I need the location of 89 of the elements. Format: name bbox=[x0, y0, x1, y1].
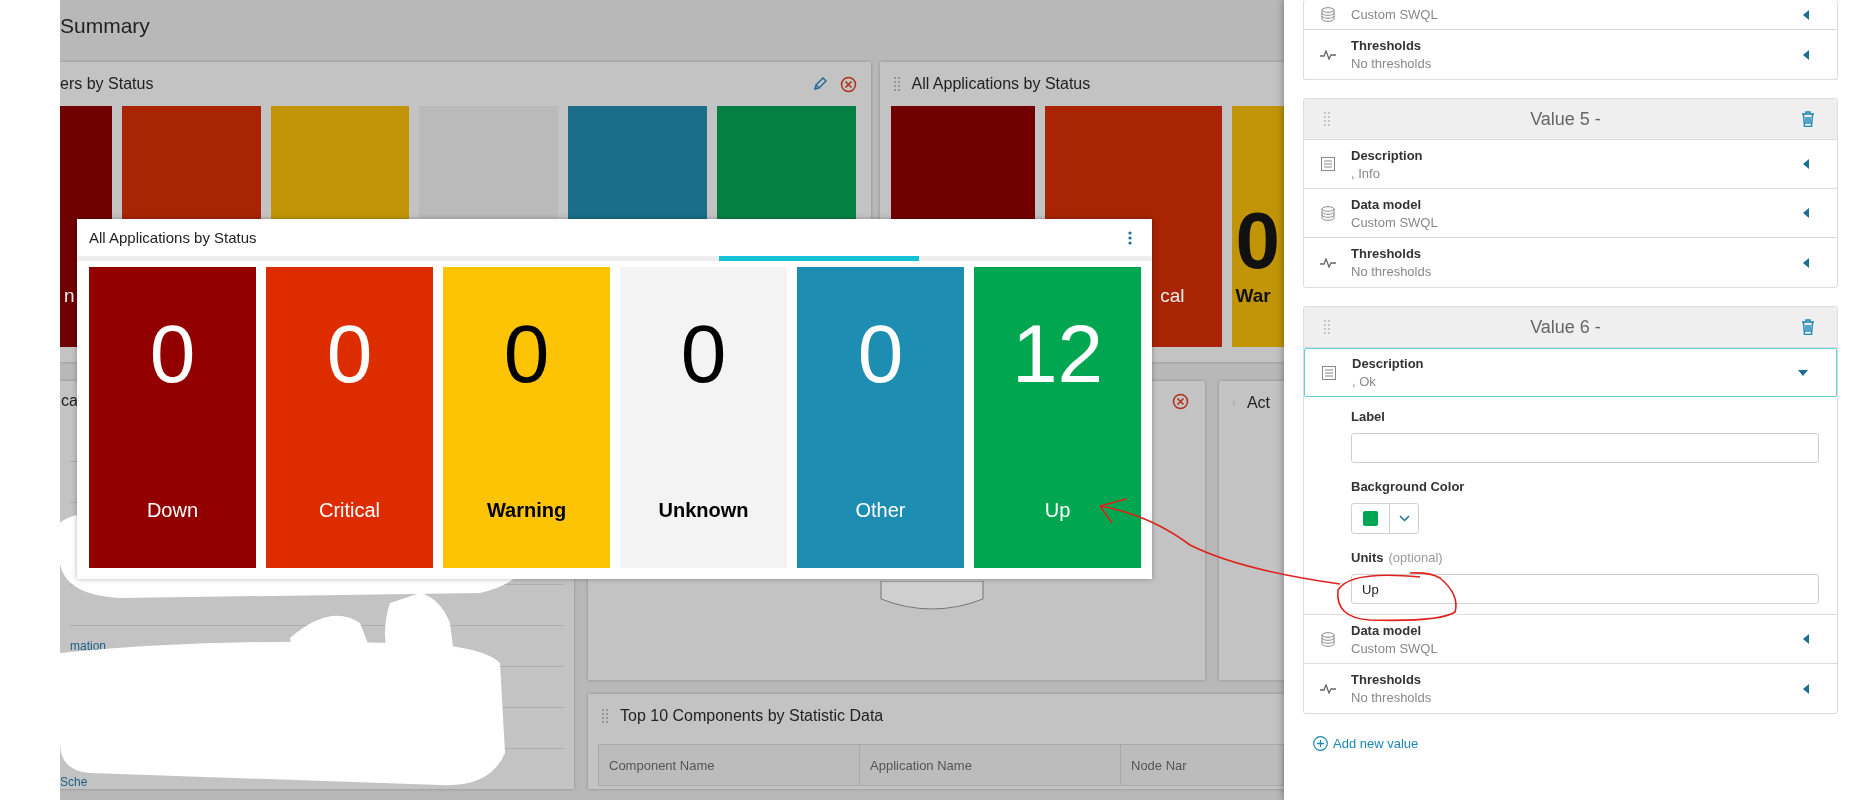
caret-left-icon bbox=[1803, 208, 1809, 218]
field-label: Background Color bbox=[1351, 479, 1465, 494]
status-count: 0 bbox=[680, 313, 727, 395]
trash-icon[interactable] bbox=[1801, 111, 1815, 127]
row-title: Description bbox=[1352, 356, 1425, 371]
close-icon[interactable] bbox=[839, 75, 857, 93]
row-value: , Info bbox=[1351, 165, 1381, 181]
status-count: 0 bbox=[326, 313, 373, 395]
page-title: Summary bbox=[60, 13, 151, 39]
value-title: Value 6 - bbox=[1529, 316, 1602, 338]
row-title: Description bbox=[1351, 147, 1424, 163]
trash-icon[interactable] bbox=[1801, 319, 1815, 335]
widget-title: All Applications by Status bbox=[89, 229, 257, 246]
add-value-link[interactable]: Add new value bbox=[1313, 736, 1419, 751]
settings-row[interactable]: Custom SWQL bbox=[1304, 0, 1837, 30]
settings-row[interactable]: Description , Ok bbox=[1304, 348, 1837, 397]
list-icon bbox=[1320, 157, 1336, 171]
row-title: Data model bbox=[1351, 196, 1423, 212]
row-value: Custom SWQL bbox=[1351, 214, 1439, 230]
link[interactable]: Sche bbox=[60, 775, 88, 789]
row-value: , Ok bbox=[1352, 374, 1377, 389]
caret-left-icon bbox=[1803, 9, 1809, 20]
drag-handle-icon[interactable] bbox=[602, 709, 608, 723]
status-label: Critical bbox=[318, 499, 381, 522]
settings-row[interactable]: Thresholds No thresholds bbox=[1304, 664, 1837, 713]
status-label: Other bbox=[855, 499, 906, 522]
caret-left-icon bbox=[1803, 257, 1809, 268]
column-header[interactable]: Node Nar bbox=[1121, 745, 1283, 785]
status-count: 0 bbox=[857, 313, 904, 395]
settings-row[interactable]: Data model Custom SWQL bbox=[1304, 615, 1837, 664]
drag-handle-icon[interactable] bbox=[893, 77, 900, 91]
drag-handle-icon[interactable] bbox=[1324, 112, 1330, 126]
caret-left-icon bbox=[1803, 683, 1809, 694]
value-title: Value 5 - bbox=[1529, 108, 1602, 130]
caret-left-icon bbox=[1803, 159, 1809, 169]
edit-icon[interactable] bbox=[811, 76, 828, 92]
settings-row[interactable]: Description , Info bbox=[1304, 140, 1837, 189]
status-count: 0 bbox=[149, 313, 196, 395]
widget-title: Act bbox=[1246, 394, 1270, 412]
field-label: Units bbox=[1351, 550, 1384, 565]
status-label: Down bbox=[146, 499, 199, 522]
status-label: Unknown bbox=[658, 499, 749, 522]
settings-row[interactable]: Thresholds No thresholds bbox=[1304, 30, 1837, 79]
database-icon bbox=[1320, 7, 1336, 22]
chevron-down-icon bbox=[1398, 515, 1410, 522]
row-value: No thresholds bbox=[1351, 690, 1433, 705]
database-icon bbox=[1320, 205, 1336, 221]
close-icon[interactable] bbox=[1172, 392, 1189, 410]
row-title: Data model bbox=[1351, 622, 1423, 638]
status-label: War bbox=[1235, 285, 1271, 307]
row-title: Thresholds bbox=[1351, 672, 1423, 687]
row-value: No thresholds bbox=[1351, 56, 1433, 71]
list-icon bbox=[1321, 365, 1337, 380]
widget-title: ca bbox=[61, 392, 78, 410]
more-options-icon[interactable] bbox=[1128, 230, 1132, 245]
widget-title: All Applications by Status bbox=[911, 75, 1091, 93]
color-picker[interactable] bbox=[1351, 503, 1419, 534]
row-value: Custom SWQL bbox=[1351, 640, 1439, 656]
status-count: 0 bbox=[503, 313, 550, 395]
row-title: Thresholds bbox=[1351, 38, 1423, 53]
widget-title: ers by Status bbox=[60, 75, 154, 93]
pulse-icon bbox=[1320, 683, 1336, 694]
row-value: No thresholds bbox=[1351, 264, 1433, 279]
input-field[interactable]: Up bbox=[1351, 574, 1819, 604]
status-label: Up bbox=[1044, 499, 1071, 522]
status-label: Warning bbox=[486, 499, 567, 522]
caret-down-icon bbox=[1798, 369, 1808, 376]
status-label: cal bbox=[1160, 285, 1185, 307]
caret-left-icon bbox=[1803, 634, 1809, 644]
column-header[interactable]: Component Name bbox=[599, 745, 860, 785]
database-icon bbox=[1320, 631, 1336, 647]
status-label: n bbox=[64, 285, 75, 307]
input-field[interactable] bbox=[1351, 433, 1819, 463]
row-value: Custom SWQL bbox=[1351, 7, 1439, 22]
row-title: Thresholds bbox=[1351, 246, 1423, 261]
link[interactable]: mation bbox=[70, 639, 107, 653]
plus-circle-icon bbox=[1313, 736, 1328, 751]
field-label: Label bbox=[1351, 409, 1385, 424]
field-note: (optional) bbox=[1388, 550, 1443, 565]
status-count: 0 bbox=[1235, 201, 1280, 281]
caret-left-icon bbox=[1803, 49, 1809, 60]
status-count: 12 bbox=[1011, 313, 1104, 395]
pulse-icon bbox=[1320, 257, 1336, 268]
column-header[interactable]: Application Name bbox=[860, 745, 1121, 785]
settings-row[interactable]: Data model Custom SWQL bbox=[1304, 189, 1837, 238]
settings-row[interactable]: Thresholds No thresholds bbox=[1304, 238, 1837, 287]
pulse-icon bbox=[1320, 49, 1336, 60]
widget-title: Top 10 Components by Statistic Data bbox=[620, 707, 884, 725]
drag-handle-icon[interactable] bbox=[1324, 320, 1330, 334]
